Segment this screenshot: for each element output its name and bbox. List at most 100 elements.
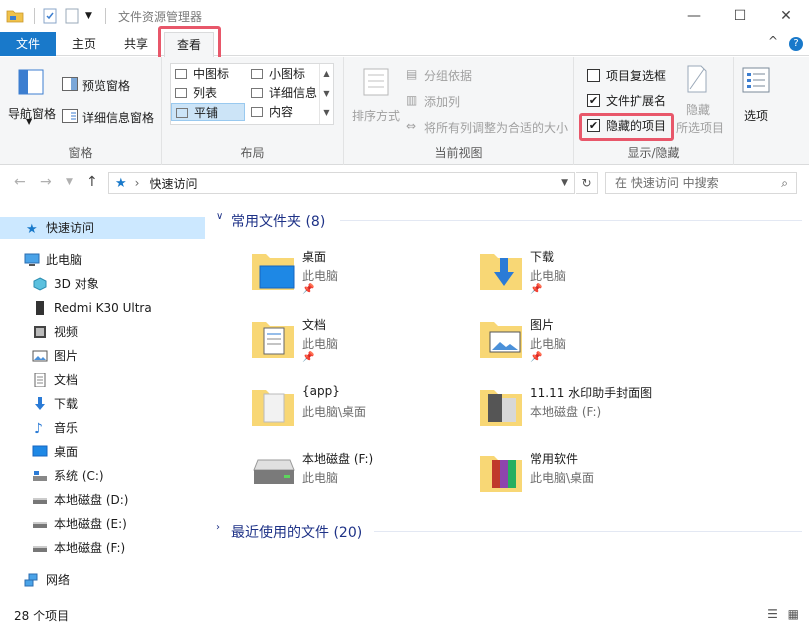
tile-pictures[interactable]: 图片 此电脑 📌 (478, 312, 698, 368)
tab-file[interactable]: 文件 (0, 32, 56, 56)
layout-medium-icons[interactable]: 中图标 (171, 65, 245, 83)
chevron-down-icon[interactable]: ∨ (216, 211, 223, 222)
pin-icon: 📌 (302, 352, 315, 363)
drive-icon (33, 498, 47, 504)
preview-pane-button[interactable]: 预览窗格 (62, 75, 160, 95)
downloads-folder-icon (480, 254, 522, 290)
minimize-button[interactable]: — (671, 0, 717, 32)
options-label: 选项 (744, 109, 769, 123)
nav-item-disk-e[interactable]: 本地磁盘 (E:) (0, 513, 205, 535)
toolbar-separator (105, 8, 106, 24)
content-icon (251, 107, 263, 117)
layout-small-icons[interactable]: 小图标 (247, 65, 319, 83)
new-folder-icon[interactable] (63, 7, 81, 25)
item-checkboxes-checkbox[interactable] (587, 69, 600, 82)
nav-item-disk-f[interactable]: 本地磁盘 (F:) (0, 537, 205, 559)
nav-item-system-c[interactable]: 系统 (C:) (0, 465, 205, 487)
chevron-down-icon[interactable]: ▼ (561, 178, 568, 188)
hide-selected-icon (687, 65, 707, 93)
content-pane: ∨ 常用文件夹 (8) 桌面 此电脑 📌 下载 此电脑 📌 文档 此电脑 📌 图… (208, 200, 809, 598)
properties-icon[interactable] (41, 7, 59, 25)
file-extensions-checkbox[interactable]: ✔ (587, 94, 600, 107)
nav-item-music[interactable]: ♪ 音乐 (0, 417, 205, 439)
refresh-button[interactable]: ↻ (576, 172, 598, 194)
nav-item-desktop[interactable]: 桌面 (0, 441, 205, 463)
chevron-down-icon[interactable]: ▼ (85, 7, 95, 25)
close-button[interactable]: ✕ (763, 0, 809, 32)
tile-documents[interactable]: 文档 此电脑 📌 (250, 312, 470, 368)
nav-pane-button[interactable]: 导航窗格 ▼ (4, 63, 56, 126)
search-input[interactable]: 在 快速访问 中搜索 ⌕ (605, 172, 797, 194)
tile-desktop[interactable]: 桌面 此电脑 📌 (250, 244, 470, 300)
details-pane-button[interactable]: 详细信息窗格 (62, 107, 160, 127)
nav-item-disk-d[interactable]: 本地磁盘 (D:) (0, 489, 205, 511)
folder-icon[interactable] (6, 7, 24, 25)
network-icon (24, 573, 38, 587)
details-view-icon[interactable]: ☰ (767, 607, 778, 621)
layout-scroll[interactable]: ▲ ▼ ▼ (319, 64, 333, 124)
toolbar-separator (34, 8, 35, 24)
panes-group: 导航窗格 ▼ 预览窗格 详细信息窗格 窗格 (0, 57, 162, 165)
layout-list[interactable]: 列表 (171, 84, 245, 102)
music-icon: ♪ (34, 421, 43, 437)
size-all-columns-button[interactable]: 将所有列调整为合适的大小 (424, 119, 568, 136)
nav-item-this-pc[interactable]: 此电脑 (0, 249, 205, 271)
address-bar[interactable]: ★ › 快速访问 ▼ (108, 172, 575, 194)
medium-icons-icon (175, 69, 187, 79)
large-icons-view-icon[interactable]: ▦ (788, 607, 799, 621)
folder-icon (480, 456, 522, 492)
show-hide-group: 项目复选框 ✔ 文件扩展名 ✔ 隐藏的项目 隐藏 所选项目 显示/隐藏 (574, 57, 734, 165)
up-button[interactable]: ↑ (86, 174, 98, 190)
tiles-icon (176, 108, 188, 118)
frequent-folders-header[interactable]: 常用文件夹 (8) (231, 211, 325, 231)
nav-item-pictures[interactable]: 图片 (0, 345, 205, 367)
tile-common-software[interactable]: 常用软件 此电脑\桌面 (478, 446, 698, 502)
recent-files-header[interactable]: 最近使用的文件 (20) (231, 522, 362, 542)
nav-item-videos[interactable]: 视频 (0, 321, 205, 343)
group-by-button[interactable]: 分组依据 (424, 67, 472, 84)
details-pane-label: 详细信息窗格 (82, 111, 155, 125)
chevron-right-icon[interactable]: › (216, 522, 220, 533)
navigation-pane: ★ 快速访问 此电脑 3D 对象 Redmi K30 Ultra 视频 图片 文… (0, 208, 205, 598)
forward-button[interactable]: → (40, 174, 52, 190)
nav-item-redmi[interactable]: Redmi K30 Ultra (0, 297, 205, 319)
tile-app-folder[interactable]: {app} 此电脑\桌面 (250, 380, 470, 436)
star-icon: ★ (26, 222, 38, 237)
nav-item-documents[interactable]: 文档 (0, 369, 205, 391)
back-button[interactable]: ← (14, 174, 26, 190)
layout-tiles[interactable]: 平铺 (171, 103, 245, 121)
nav-item-quick-access[interactable]: ★ 快速访问 (0, 217, 205, 239)
breadcrumb-location[interactable]: 快速访问 (149, 175, 197, 192)
add-column-button[interactable]: 添加列 (424, 93, 460, 110)
breadcrumb-separator[interactable]: › (135, 176, 140, 190)
collapse-ribbon-button[interactable]: ^ (768, 34, 778, 48)
item-checkboxes-label: 项目复选框 (606, 69, 667, 83)
help-icon[interactable]: ? (789, 37, 803, 51)
list-icon (175, 88, 187, 98)
nav-item-network[interactable]: 网络 (0, 569, 205, 591)
hide-selected-button[interactable]: 隐藏 所选项目 (674, 63, 732, 135)
tile-downloads[interactable]: 下载 此电脑 📌 (478, 244, 698, 300)
search-placeholder: 在 快速访问 中搜索 (615, 176, 719, 190)
current-view-group: 排序方式 ▤ 分组依据 ▥ 添加列 ⇔ 将所有列调整为合适的大小 当前视图 (344, 57, 574, 165)
layout-details[interactable]: 详细信息 (247, 84, 319, 102)
maximize-button[interactable]: ☐ (717, 0, 763, 32)
ribbon-tabs: 文件 主页 共享 查看 ^ ? (0, 32, 809, 57)
preview-pane-label: 预览窗格 (82, 79, 131, 93)
tab-home[interactable]: 主页 (62, 32, 106, 56)
recent-locations-icon[interactable]: ▼ (66, 177, 73, 187)
options-button[interactable]: 选项 (736, 63, 776, 125)
layout-content[interactable]: 内容 (247, 103, 319, 121)
nav-item-3d-objects[interactable]: 3D 对象 (0, 273, 205, 295)
sort-by-button[interactable]: 排序方式 (348, 63, 402, 125)
tile-local-disk-f[interactable]: 本地磁盘 (F:) 此电脑 (250, 446, 470, 502)
tile-watermark-cover[interactable]: 11.11 水印助手封面图 本地磁盘 (F:) (478, 380, 698, 436)
folder-icon (252, 390, 294, 426)
tab-share[interactable]: 共享 (114, 32, 158, 56)
group-icon: ▤ (406, 67, 418, 81)
nav-item-downloads[interactable]: 下载 (0, 393, 205, 415)
expand-gallery-icon[interactable]: ▼ (320, 104, 333, 122)
chevron-up-icon[interactable]: ▲ (320, 64, 333, 84)
chevron-down-icon[interactable]: ▼ (320, 84, 333, 104)
search-icon: ⌕ (781, 176, 788, 190)
